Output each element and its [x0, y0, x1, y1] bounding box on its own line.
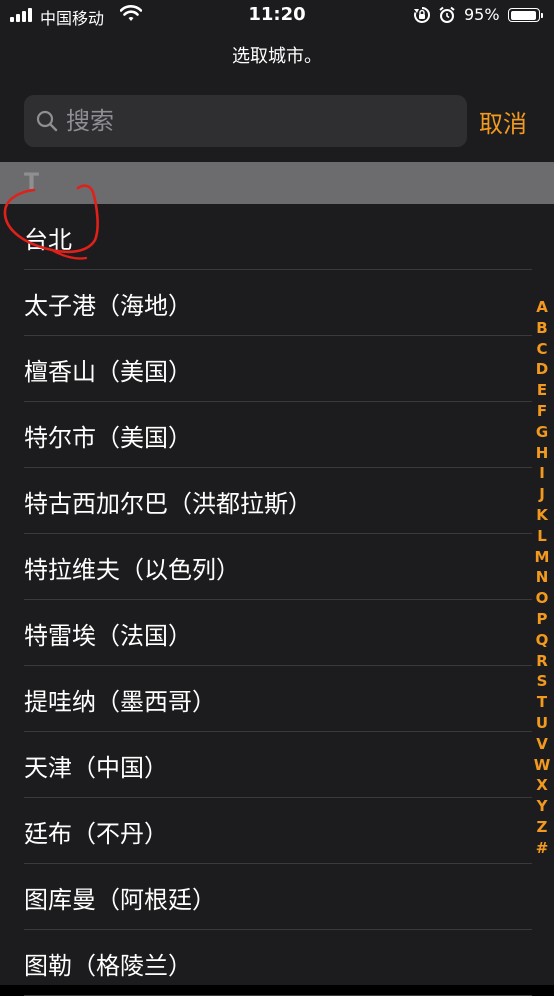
index-letter[interactable]: P — [532, 609, 552, 630]
list-item[interactable]: 太子港（海地） — [0, 270, 554, 336]
index-letter[interactable]: V — [532, 734, 552, 755]
list-item[interactable]: 天津（中国） — [0, 732, 554, 798]
index-letter[interactable]: F — [532, 401, 552, 422]
index-letter[interactable]: S — [532, 671, 552, 692]
city-name: 天津（中国） — [24, 754, 168, 782]
search-bar[interactable] — [24, 95, 467, 147]
index-letter[interactable]: Y — [532, 796, 552, 817]
cancel-button[interactable]: 取消 — [479, 104, 527, 139]
index-letter[interactable]: A — [532, 297, 552, 318]
list-item[interactable]: 提哇纳（墨西哥） — [0, 666, 554, 732]
index-letter[interactable]: D — [532, 359, 552, 380]
search-icon — [36, 110, 58, 132]
index-letter[interactable]: W — [532, 755, 552, 776]
city-name: 特拉维夫（以色列） — [24, 556, 240, 584]
status-bar: 中国移动 11:20 95% — [0, 0, 554, 32]
list-item[interactable]: 特拉维夫（以色列） — [0, 534, 554, 600]
list-item[interactable]: 特尔市（美国） — [0, 402, 554, 468]
page-title: 选取城市。 — [232, 46, 322, 67]
city-name: 台北 — [24, 226, 72, 254]
index-letter[interactable]: O — [532, 588, 552, 609]
list-item[interactable]: 台北 — [0, 204, 554, 270]
alphabet-index[interactable]: A B C D E F G H I J K L M N O P Q R S T U V W X Y Z # — [532, 297, 552, 859]
index-letter[interactable]: U — [532, 713, 552, 734]
index-letter[interactable]: L — [532, 526, 552, 547]
city-name: 特尔市（美国） — [24, 424, 192, 452]
list-item[interactable]: 图勒（格陵兰） — [0, 930, 554, 996]
index-letter[interactable]: M — [532, 547, 552, 568]
index-letter[interactable]: Z — [532, 817, 552, 838]
index-letter[interactable]: R — [532, 651, 552, 672]
city-name: 图勒（格陵兰） — [24, 952, 192, 980]
index-letter[interactable]: B — [532, 318, 552, 339]
index-letter[interactable]: G — [532, 422, 552, 443]
index-letter[interactable]: H — [532, 443, 552, 464]
alarm-icon — [439, 6, 455, 23]
index-letter[interactable]: N — [532, 567, 552, 588]
battery-fill — [510, 10, 537, 20]
list-item[interactable]: 图库曼（阿根廷） — [0, 864, 554, 930]
list-item[interactable]: 檀香山（美国） — [0, 336, 554, 402]
index-letter[interactable]: T — [532, 692, 552, 713]
index-letter[interactable]: Q — [532, 630, 552, 651]
index-letter[interactable]: I — [532, 463, 552, 484]
search-input[interactable] — [66, 101, 446, 141]
city-name: 特雷埃（法国） — [24, 622, 192, 650]
list-item[interactable]: 特雷埃（法国） — [0, 600, 554, 666]
section-header: T — [0, 162, 554, 204]
city-list: 台北太子港（海地） 檀香山（美国） 特尔市（美国） 特古西加尔巴（洪都拉斯） 特拉维夫（… — [0, 204, 554, 996]
city-name: 太子港（海地） — [24, 292, 192, 320]
city-name: 檀香山（美国） — [24, 358, 192, 386]
index-letter[interactable]: C — [532, 339, 552, 360]
city-name: 廷布（不丹） — [24, 820, 168, 848]
city-name: 提哇纳（墨西哥） — [24, 688, 216, 716]
list-item[interactable]: 特古西加尔巴（洪都拉斯） — [0, 468, 554, 534]
battery-percentage: 95% — [464, 5, 500, 24]
index-letter[interactable]: # — [532, 838, 552, 859]
index-letter[interactable]: X — [532, 775, 552, 796]
rotation-lock-icon — [414, 6, 431, 23]
city-name: 特古西加尔巴（洪都拉斯） — [24, 490, 312, 518]
index-letter[interactable]: K — [532, 505, 552, 526]
section-letter: T — [24, 170, 40, 195]
index-letter[interactable]: E — [532, 380, 552, 401]
battery-icon — [508, 8, 544, 24]
list-item[interactable]: 廷布（不丹） — [0, 798, 554, 864]
city-name: 图库曼（阿根廷） — [24, 886, 216, 914]
index-letter[interactable]: J — [532, 484, 552, 505]
